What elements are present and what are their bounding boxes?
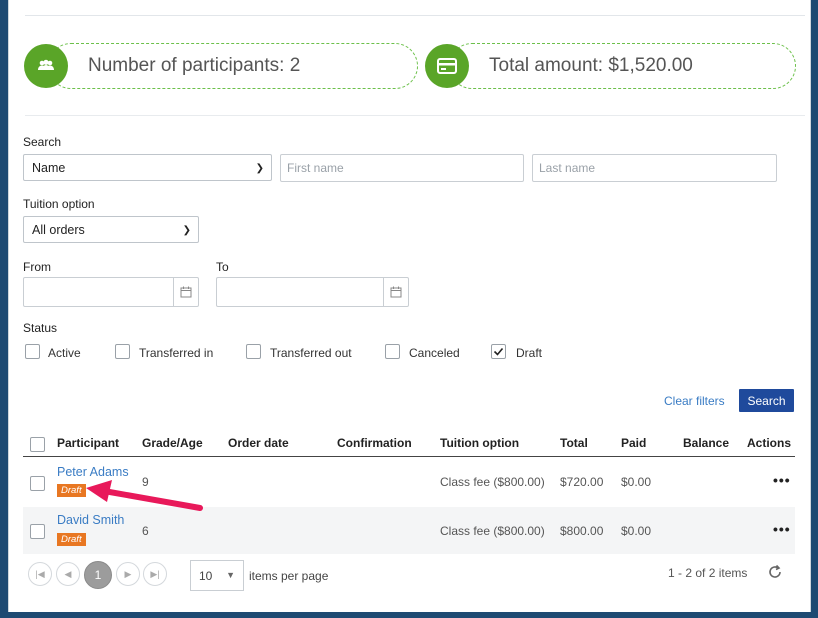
page-1-button[interactable]: 1	[84, 561, 112, 589]
tuition-option-value: All orders	[32, 222, 85, 237]
col-balance[interactable]: Balance	[683, 436, 729, 450]
status-active-label: Active	[48, 346, 81, 360]
col-order-date[interactable]: Order date	[228, 436, 289, 450]
col-total[interactable]: Total	[560, 436, 588, 450]
page-size-value: 10	[199, 568, 213, 583]
clear-filters-link[interactable]: Clear filters	[664, 394, 725, 408]
checkmark-icon	[493, 347, 504, 356]
grade-cell: 6	[142, 524, 149, 538]
credit-card-icon	[425, 44, 469, 88]
paid-cell: $0.00	[621, 524, 652, 538]
next-page-button[interactable]: ▶	[116, 562, 140, 586]
status-label: Status	[23, 321, 58, 335]
total-stat: Total amount: $1,520.00	[425, 43, 796, 89]
chevron-down-icon: ❯	[255, 163, 264, 174]
refresh-icon[interactable]	[767, 564, 783, 585]
calendar-icon[interactable]	[173, 278, 198, 306]
participants-count: Number of participants: 2	[88, 55, 301, 76]
status-draft-checkbox[interactable]	[491, 344, 506, 359]
status-transferred-in-label: Transferred in	[139, 346, 214, 360]
calendar-icon[interactable]	[383, 278, 408, 306]
total-cell: $720.00	[560, 475, 604, 489]
people-icon	[24, 44, 68, 88]
page-size-select[interactable]: 10 ▼	[190, 560, 244, 591]
row-checkbox[interactable]	[30, 476, 45, 491]
first-name-placeholder: First name	[287, 161, 344, 175]
paid-cell: $0.00	[621, 475, 652, 489]
pager-range-text: 1 - 2 of 2 items	[668, 566, 748, 580]
search-by-select[interactable]: Name ❯	[23, 154, 272, 181]
status-canceled-label: Canceled	[409, 346, 460, 360]
total-cell: $800.00	[560, 524, 604, 538]
chevron-down-icon: ❯	[182, 225, 191, 236]
from-label: From	[23, 260, 51, 274]
status-draft-label: Draft	[516, 346, 543, 360]
col-participant[interactable]: Participant	[57, 436, 119, 450]
items-per-page-label: items per page	[249, 569, 329, 583]
col-actions: Actions	[747, 436, 792, 450]
status-active-checkbox[interactable]	[25, 344, 40, 359]
col-tuition-option[interactable]: Tuition option	[440, 436, 519, 450]
status-transferred-out-checkbox[interactable]	[246, 344, 261, 359]
divider	[25, 115, 805, 116]
tuition-cell: Class fee ($800.00)	[440, 475, 545, 489]
status-canceled-checkbox[interactable]	[385, 344, 400, 359]
row-actions-menu[interactable]: •••	[773, 472, 791, 488]
caret-down-icon: ▼	[226, 570, 235, 580]
last-name-placeholder: Last name	[539, 161, 596, 175]
search-button[interactable]: Search	[739, 389, 794, 412]
draft-badge: Draft	[57, 533, 86, 546]
to-label: To	[216, 260, 229, 274]
annotation-arrow-icon	[86, 480, 203, 511]
prev-page-button[interactable]: ◀	[56, 562, 80, 586]
first-page-button[interactable]: |◀	[28, 562, 52, 586]
participant-name-link[interactable]: Peter Adams	[57, 465, 129, 479]
tuition-option-label: Tuition option	[23, 197, 95, 211]
row-checkbox[interactable]	[30, 524, 45, 539]
from-date-input[interactable]	[23, 277, 199, 307]
tuition-cell: Class fee ($800.00)	[440, 524, 545, 538]
search-by-value: Name	[32, 160, 66, 175]
status-transferred-out-label: Transferred out	[270, 346, 352, 360]
total-amount: Total amount: $1,520.00	[489, 55, 693, 76]
col-grade-age[interactable]: Grade/Age	[142, 436, 203, 450]
tuition-option-select[interactable]: All orders ❯	[23, 216, 199, 243]
last-name-input[interactable]: Last name	[532, 154, 777, 182]
first-name-input[interactable]: First name	[280, 154, 524, 182]
divider	[25, 15, 805, 16]
search-label: Search	[23, 135, 62, 149]
row-actions-menu[interactable]: •••	[773, 521, 791, 537]
status-transferred-in-checkbox[interactable]	[115, 344, 130, 359]
to-date-input[interactable]	[216, 277, 409, 307]
col-paid[interactable]: Paid	[621, 436, 646, 450]
participants-stat: Number of participants: 2	[24, 43, 418, 89]
col-confirmation[interactable]: Confirmation	[337, 436, 412, 450]
header-divider	[23, 456, 795, 457]
select-all-checkbox[interactable]	[30, 437, 45, 452]
last-page-button[interactable]: ▶|	[143, 562, 167, 586]
